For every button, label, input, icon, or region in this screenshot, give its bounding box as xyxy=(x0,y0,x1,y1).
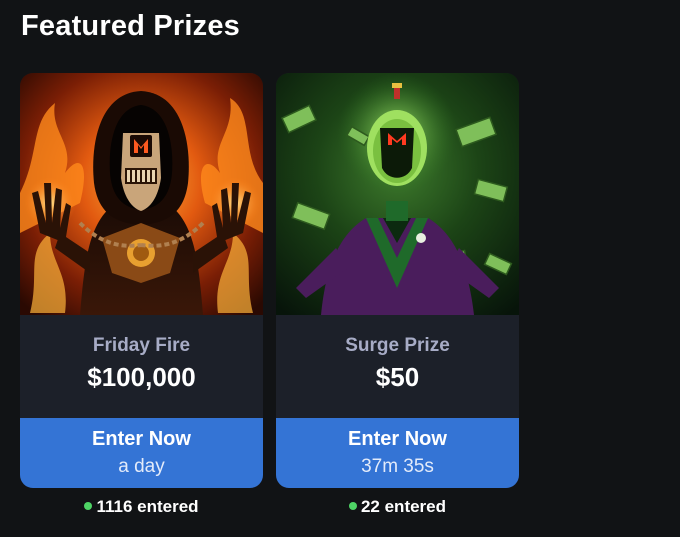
prize-card-surge-prize[interactable]: Surge Prize $50 Enter Now 37m 35s xyxy=(276,73,519,488)
prize-value: $100,000 xyxy=(87,362,196,392)
prize-info: Friday Fire $100,000 xyxy=(20,315,263,418)
status-dot-icon xyxy=(84,502,93,510)
fire-figure-illustration xyxy=(20,73,263,315)
enter-now-label: Enter Now xyxy=(92,428,191,450)
entries-count-label: 1116 entered xyxy=(96,497,199,516)
status-dot-icon xyxy=(348,502,357,510)
entries-count: 1116 entered xyxy=(20,497,263,517)
time-remaining: 37m 35s xyxy=(361,456,434,477)
entries-count: 22 entered xyxy=(276,497,519,517)
enter-now-label: Enter Now xyxy=(348,428,447,450)
prize-image-green-figure[interactable] xyxy=(276,73,519,315)
prize-name: Surge Prize xyxy=(345,335,450,356)
prize-name: Friday Fire xyxy=(92,335,191,356)
enter-now-button[interactable]: Enter Now a day xyxy=(20,418,263,488)
prize-card-friday-fire[interactable]: Friday Fire $100,000 Enter Now a day xyxy=(20,73,263,488)
enter-now-button[interactable]: Enter Now 37m 35s xyxy=(276,418,519,488)
entries-count-label: 22 entered xyxy=(360,497,447,516)
prize-info: Surge Prize $50 xyxy=(276,315,519,418)
time-remaining: a day xyxy=(118,456,165,477)
section-title: Featured Prizes xyxy=(21,10,240,42)
prize-value: $50 xyxy=(375,362,420,392)
prize-image-fire-figure[interactable] xyxy=(20,73,263,315)
green-figure-illustration xyxy=(276,73,519,315)
